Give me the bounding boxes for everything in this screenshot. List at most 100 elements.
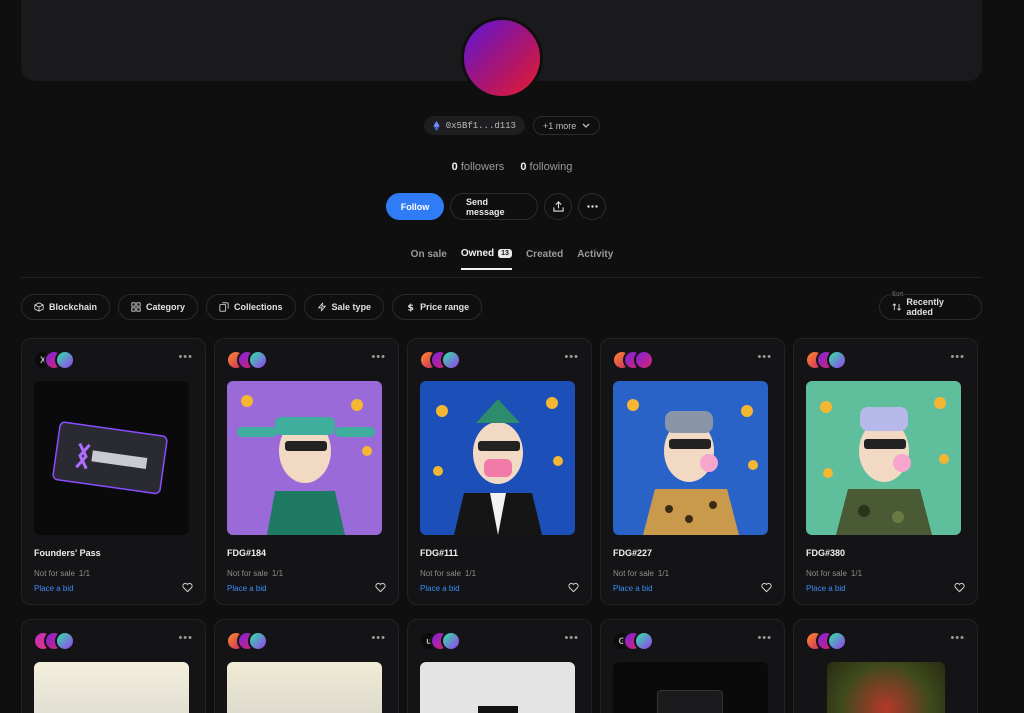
- heart-icon[interactable]: [761, 582, 772, 593]
- nft-card[interactable]: u •••: [407, 619, 592, 713]
- filter-collections[interactable]: Collections: [206, 294, 296, 320]
- chevron-down-icon: [582, 123, 590, 128]
- svg-text:$: $: [408, 302, 414, 312]
- card-more-button[interactable]: •••: [757, 351, 772, 363]
- card-more-button[interactable]: •••: [757, 632, 772, 644]
- sort-dropdown[interactable]: Recently added: [879, 294, 982, 320]
- nft-image: [227, 662, 382, 713]
- nft-status: Not for sale 1/1: [613, 569, 670, 578]
- owner-avatars: [805, 350, 865, 370]
- nft-card[interactable]: •••: [214, 619, 399, 713]
- place-bid-link[interactable]: Place a bid: [227, 584, 267, 593]
- nft-card[interactable]: ••• FDG#111 Not for sale 1/1 Place a bid: [407, 338, 592, 605]
- nft-name: FDG#380: [806, 548, 846, 558]
- tabs-divider: [21, 277, 982, 278]
- place-bid-link[interactable]: Place a bid: [34, 584, 74, 593]
- owner-avatar: [55, 350, 75, 370]
- nft-image: [420, 381, 575, 535]
- address-row: 0x5Bf1...d113 +1 more: [0, 116, 1024, 135]
- owner-avatars: [805, 631, 865, 651]
- nft-image: [420, 662, 575, 713]
- nft-status: Not for sale 1/1: [806, 569, 863, 578]
- ethereum-icon: [433, 120, 440, 131]
- nft-card[interactable]: G •••: [600, 619, 785, 713]
- nft-name: FDG#184: [227, 548, 267, 558]
- filter-sale-type[interactable]: Sale type: [303, 294, 385, 320]
- nft-image: [806, 381, 961, 535]
- owner-avatar: [827, 631, 847, 651]
- follow-button[interactable]: Follow: [386, 193, 444, 220]
- filter-blockchain[interactable]: Blockchain: [21, 294, 111, 320]
- place-bid-link[interactable]: Place a bid: [613, 584, 653, 593]
- heart-icon[interactable]: [375, 582, 386, 593]
- wallet-address: 0x5Bf1...d113: [445, 120, 516, 131]
- owner-avatar: [827, 350, 847, 370]
- cube-icon: [34, 302, 44, 312]
- owner-avatars: [419, 350, 479, 370]
- nft-name: FDG#111: [420, 548, 459, 558]
- nft-card[interactable]: •••: [21, 619, 206, 713]
- tab-owned[interactable]: Owned 13: [460, 248, 512, 270]
- nft-card[interactable]: •••: [793, 619, 978, 713]
- more-addresses-dropdown[interactable]: +1 more: [532, 116, 601, 135]
- tab-on-sale[interactable]: On sale: [411, 248, 447, 270]
- card-more-button[interactable]: •••: [371, 351, 386, 363]
- share-icon: [552, 201, 564, 212]
- owner-avatars: u: [419, 631, 479, 651]
- owner-avatar: [441, 350, 461, 370]
- card-more-button[interactable]: •••: [178, 632, 193, 644]
- filter-price-range[interactable]: $ Price range: [392, 294, 483, 320]
- sort-arrows-icon: [892, 303, 901, 311]
- profile-avatar: [461, 17, 543, 99]
- nft-image: [34, 662, 189, 713]
- nft-card[interactable]: ••• FDG#380 Not for sale 1/1 Place a bid: [793, 338, 978, 605]
- more-addresses-label: +1 more: [542, 120, 577, 131]
- tab-activity[interactable]: Activity: [577, 248, 613, 270]
- card-more-button[interactable]: •••: [178, 351, 193, 363]
- card-more-button[interactable]: •••: [950, 632, 965, 644]
- nft-card[interactable]: ••• FDG#184 Not for sale 1/1 Place a bid: [214, 338, 399, 605]
- nft-status: Not for sale 1/1: [227, 569, 284, 578]
- following-link[interactable]: 0 following: [520, 161, 572, 173]
- share-button[interactable]: [544, 193, 572, 220]
- card-more-button[interactable]: •••: [371, 632, 386, 644]
- owner-avatar: [441, 631, 461, 651]
- nft-image: [227, 381, 382, 535]
- nft-image: [34, 381, 189, 535]
- nft-card[interactable]: ••• FDG#227 Not for sale 1/1 Place a bid: [600, 338, 785, 605]
- place-bid-link[interactable]: Place a bid: [806, 584, 846, 593]
- nft-name: Founders' Pass: [34, 548, 101, 558]
- nft-image: [827, 662, 945, 713]
- owner-avatar: [634, 631, 654, 651]
- place-bid-link[interactable]: Place a bid: [420, 584, 460, 593]
- wallet-address-chip[interactable]: 0x5Bf1...d113: [423, 116, 525, 135]
- followers-link[interactable]: 0 followers: [452, 161, 505, 173]
- owner-avatar: [55, 631, 75, 651]
- owner-avatars: [33, 631, 93, 651]
- more-options-button[interactable]: [578, 193, 606, 220]
- heart-icon[interactable]: [182, 582, 193, 593]
- filter-category[interactable]: Category: [118, 294, 199, 320]
- owner-avatars: [612, 350, 672, 370]
- heart-icon[interactable]: [568, 582, 579, 593]
- lightning-icon: [317, 302, 326, 312]
- nft-card[interactable]: X ••• Founders' Pass Not for sale 1/1 Pla…: [21, 338, 206, 605]
- card-more-button[interactable]: •••: [950, 351, 965, 363]
- card-more-button[interactable]: •••: [564, 632, 579, 644]
- owner-avatar: [634, 350, 654, 370]
- dollar-icon: $: [408, 302, 414, 312]
- nft-grid: X ••• Founders' Pass Not for sale 1/1 Pla…: [21, 338, 978, 713]
- nft-image: [613, 381, 768, 535]
- sort-value: Recently added: [906, 297, 944, 317]
- nft-status: Not for sale 1/1: [34, 569, 91, 578]
- tab-created[interactable]: Created: [526, 248, 563, 270]
- profile-tabs: On sale Owned 13 Created Activity: [0, 248, 1024, 270]
- nft-name: FDG#227: [613, 548, 653, 558]
- profile-actions: Follow Send message: [386, 193, 606, 220]
- heart-icon[interactable]: [954, 582, 965, 593]
- send-message-button[interactable]: Send message: [450, 193, 538, 220]
- grid-icon: [131, 302, 141, 312]
- card-more-button[interactable]: •••: [564, 351, 579, 363]
- more-horizontal-icon: [586, 205, 598, 208]
- owner-avatar: [248, 350, 268, 370]
